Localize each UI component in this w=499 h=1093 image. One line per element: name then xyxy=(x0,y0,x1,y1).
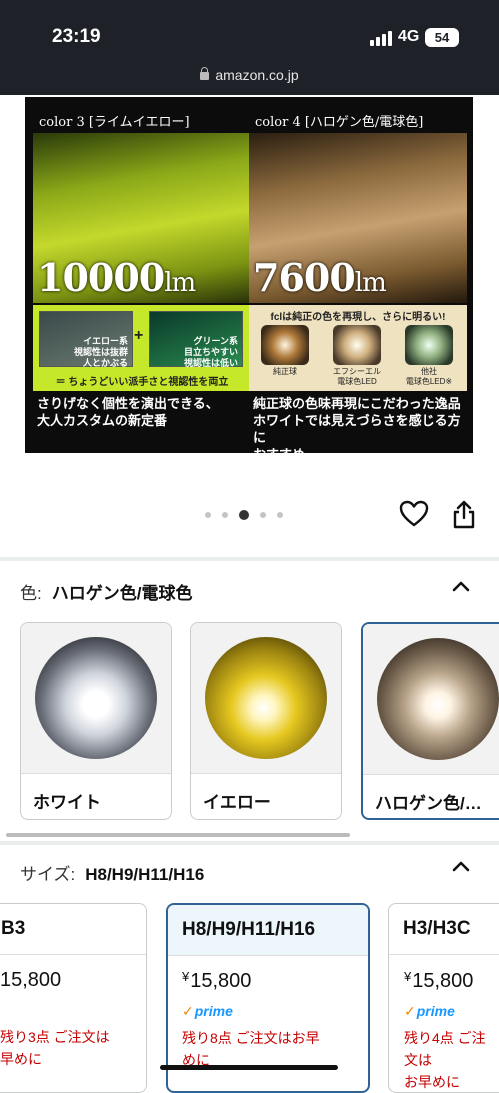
horizontal-scrollbar[interactable] xyxy=(6,833,350,837)
section-divider xyxy=(0,557,499,561)
network-type: 4G xyxy=(398,28,420,45)
price: ¥15,800 xyxy=(182,969,252,992)
compare-title: fclは純正の色を再現し、さらに明るい! xyxy=(270,312,446,323)
size-section-header[interactable]: サイズ: H8/H9/H11/H16 xyxy=(20,860,204,885)
color3-label: color 3 [ライムイエロー] xyxy=(39,115,190,130)
color4-label: color 4 [ハロゲン色/電球色] xyxy=(255,115,424,130)
green-swatch: グリーン系 目立ちやすい 視認性は低い xyxy=(149,311,243,368)
lumen-value-left: 10000lm xyxy=(37,255,196,300)
bulb-image xyxy=(35,637,157,759)
carousel-dot[interactable] xyxy=(277,512,283,518)
product-image[interactable]: color 3 [ライムイエロー] 10000lm イエロー系 視認性は抜群 人… xyxy=(25,97,473,453)
clock: 23:19 xyxy=(52,26,101,47)
color-option-yellow[interactable]: イエロー xyxy=(190,622,342,820)
bulb-label: 他社 電球色LED※ xyxy=(405,367,453,386)
color-mix-box: イエロー系 視認性は抜群 人とかぶる + グリーン系 目立ちやすい 視認性は低い… xyxy=(33,305,251,391)
carousel-dot[interactable] xyxy=(205,512,211,518)
chevron-up-icon[interactable] xyxy=(452,860,470,872)
status-bar: 23:19 4G 54 amazon.co.jp xyxy=(0,0,499,95)
plus-sign: + xyxy=(134,327,144,344)
size-option-title: B3 xyxy=(1,918,26,939)
stock-notice: 残り4点 ご注文は お早めに xyxy=(404,1030,486,1090)
stock-notice: 残り3点 ご注文は 早めに xyxy=(0,1029,110,1067)
color-option-label: ハロゲン色/… xyxy=(375,794,482,813)
url-text: amazon.co.jp xyxy=(215,67,299,83)
color-option-white[interactable]: ホワイト xyxy=(20,622,172,820)
yellow-swatch: イエロー系 視認性は抜群 人とかぶる xyxy=(39,311,133,368)
caption-left: さりげなく個性を演出できる、 大人カスタムの新定番 xyxy=(37,396,219,428)
price: 15,800 xyxy=(0,969,62,991)
color-section-header[interactable]: 色: ハロゲン色/電球色 xyxy=(20,579,192,604)
share-icon[interactable] xyxy=(452,500,476,530)
address-bar[interactable]: amazon.co.jp xyxy=(0,67,499,83)
carousel-dot-active[interactable] xyxy=(239,510,249,520)
caption-right: 純正球の色味再現にこだわった逸品 ホワイトでは見えづらさを感じる方に おすすめ xyxy=(253,396,461,453)
heart-icon[interactable] xyxy=(399,500,429,528)
size-option-title: H8/H9/H11/H16 xyxy=(182,919,316,940)
color-option-label: イエロー xyxy=(203,793,271,812)
color4-panel: color 4 [ハロゲン色/電球色] 7600lm fclは純正の色を再現し、… xyxy=(249,97,467,453)
carousel-dots[interactable] xyxy=(205,510,283,520)
signal-icon xyxy=(370,31,392,46)
bulb-image xyxy=(261,325,309,365)
prime-badge: ✓prime xyxy=(404,1003,455,1019)
bulb-compare-box: fclは純正の色を再現し、さらに明るい! 純正球 エフシーエル 電球色LED 他… xyxy=(249,305,467,391)
bulb-image xyxy=(333,325,381,365)
color3-panel: color 3 [ライムイエロー] 10000lm イエロー系 視認性は抜群 人… xyxy=(33,97,251,453)
section-divider xyxy=(0,841,499,845)
battery-icon: 54 xyxy=(425,28,459,47)
bulb-label: 純正球 xyxy=(273,367,297,376)
home-indicator[interactable] xyxy=(160,1065,338,1070)
size-option-title: H3/H3C xyxy=(403,918,471,939)
lock-icon xyxy=(200,67,210,80)
bulb-image xyxy=(405,325,453,365)
price: ¥15,800 xyxy=(404,969,474,992)
carousel-dot[interactable] xyxy=(260,512,266,518)
chevron-up-icon[interactable] xyxy=(452,580,470,592)
carousel-dot[interactable] xyxy=(222,512,228,518)
bulb-image xyxy=(205,637,327,759)
color-mix-footer: ＝ ちょうどいい派手さと視認性を両立 xyxy=(55,377,229,388)
color-option-label: ホワイト xyxy=(33,793,101,812)
lumen-value-right: 7600lm xyxy=(253,255,387,300)
prime-badge: ✓prime xyxy=(182,1003,233,1019)
bulb-label: エフシーエル 電球色LED xyxy=(333,367,381,386)
color-option-halogen[interactable]: ハロゲン色/… xyxy=(361,622,499,820)
bulb-image xyxy=(377,638,499,760)
